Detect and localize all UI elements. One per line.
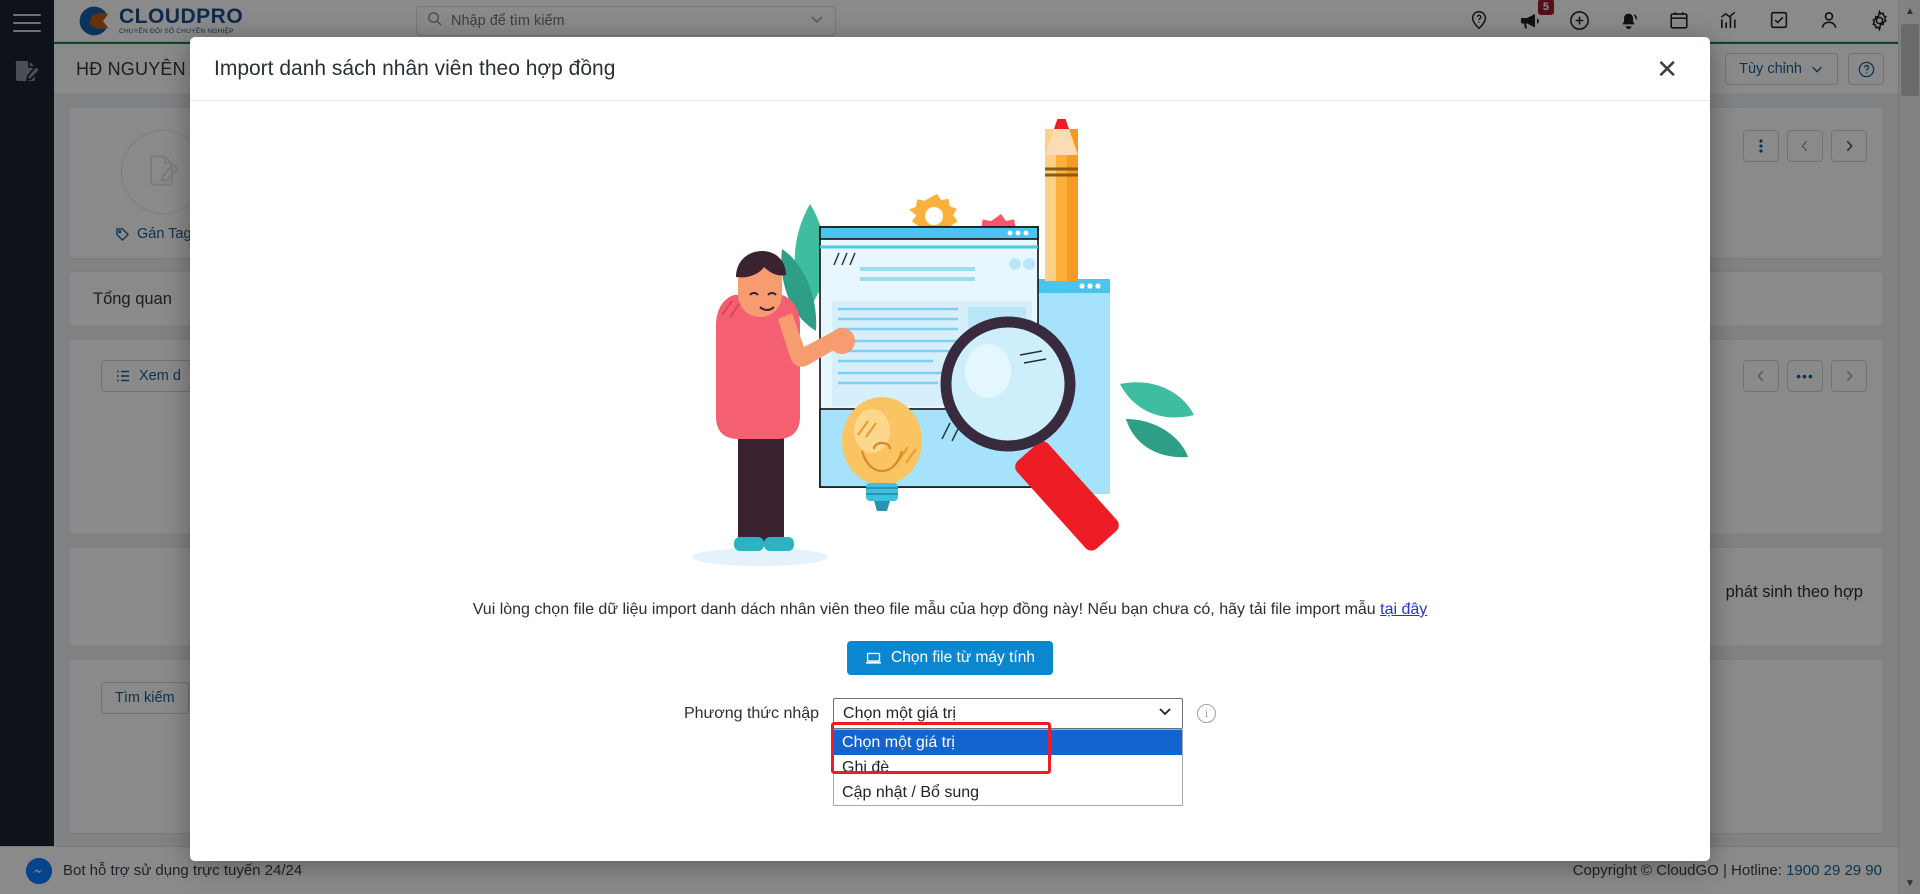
import-method-selected-value: Chọn một giá trị bbox=[843, 704, 956, 722]
modal-title: Import danh sách nhân viên theo hợp đồng bbox=[214, 56, 616, 80]
laptop-icon bbox=[865, 652, 882, 664]
dropdown-option-0[interactable]: Chọn một giá trị bbox=[834, 730, 1183, 755]
import-method-dropdown[interactable]: Chọn một giá trị Ghi đè Cập nhật / Bổ su… bbox=[833, 729, 1184, 806]
import-method-row: Phương thức nhập Chọn một giá trị Chọn m… bbox=[190, 698, 1710, 806]
modal-header: Import danh sách nhân viên theo hợp đồng… bbox=[190, 37, 1710, 101]
import-method-select[interactable]: Chọn một giá trị bbox=[833, 698, 1184, 729]
chevron-down-icon bbox=[1157, 703, 1173, 724]
app-root: CLOUDPRO CHUYỂN ĐỔI SỐ CHUYÊN NGHIỆP Nhậ… bbox=[0, 0, 1920, 894]
dropdown-option-2[interactable]: Cập nhật / Bổ sung bbox=[834, 780, 1182, 805]
import-employees-modal: Import danh sách nhân viên theo hợp đồng… bbox=[190, 37, 1710, 861]
close-icon[interactable]: ✕ bbox=[1648, 52, 1686, 86]
dropdown-option-1[interactable]: Ghi đè bbox=[834, 755, 1182, 780]
download-template-link[interactable]: tại đây bbox=[1380, 601, 1427, 618]
pick-file-label: Chọn file từ máy tính bbox=[891, 649, 1035, 666]
info-icon[interactable]: i bbox=[1197, 704, 1217, 723]
import-illustration bbox=[690, 107, 1210, 579]
import-method-select-wrap: Chọn một giá trị Chọn một giá trị Ghi đè… bbox=[831, 698, 1184, 806]
helper-text-prefix: Vui lòng chọn file dữ liệu import danh d… bbox=[472, 601, 1381, 618]
modal-body: Vui lòng chọn file dữ liệu import danh d… bbox=[190, 101, 1710, 861]
helper-text: Vui lòng chọn file dữ liệu import danh d… bbox=[190, 601, 1710, 619]
pick-file-button[interactable]: Chọn file từ máy tính bbox=[847, 641, 1053, 675]
import-method-label: Phương thức nhập bbox=[683, 704, 820, 722]
